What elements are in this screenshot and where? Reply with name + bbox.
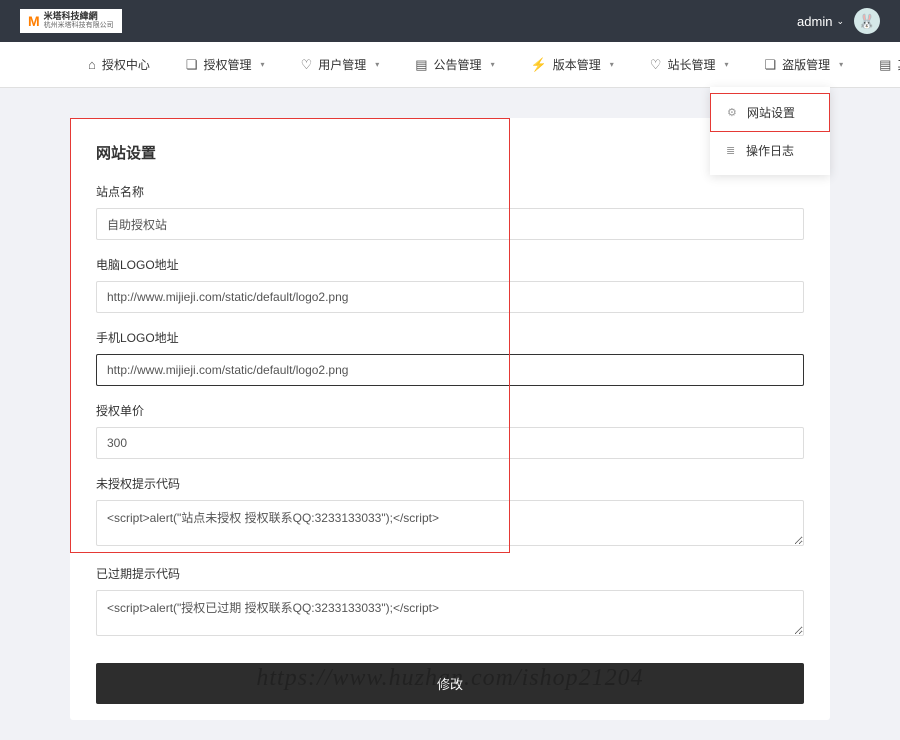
mobile-logo-input[interactable]	[96, 354, 804, 386]
nav-piracy-manage[interactable]: ❏ 盗版管理 ▾	[746, 42, 861, 87]
nav-notice-manage[interactable]: ▤ 公告管理 ▾	[397, 42, 512, 87]
nav-label: 站长管理	[667, 56, 715, 73]
dropdown-label: 网站设置	[747, 104, 795, 121]
document-icon: ▤	[415, 57, 427, 73]
layers-icon: ❏	[186, 57, 198, 73]
nav-label: 公告管理	[434, 56, 482, 73]
log-icon: ≣	[726, 144, 736, 157]
form-group-pc-logo: 电脑LOGO地址	[96, 256, 804, 313]
dropdown-menu: ⚙ 网站设置 ≣ 操作日志	[710, 87, 830, 175]
page-title: 网站设置	[96, 142, 804, 163]
chevron-down-icon: ▾	[724, 60, 728, 69]
nav-label: 版本管理	[553, 56, 601, 73]
chevron-down-icon: ▾	[375, 60, 379, 69]
dropdown-operation-log[interactable]: ≣ 操作日志	[710, 132, 830, 169]
form-group-mobile-logo: 手机LOGO地址	[96, 329, 804, 386]
chevron-down-icon: ▾	[491, 60, 495, 69]
nav-auth-center[interactable]: ⌂ 授权中心	[70, 42, 168, 87]
topbar: M 米塔科技緯網 杭州米塔科技有限公司 admin ⌄ 🐰	[0, 0, 900, 42]
price-input[interactable]	[96, 427, 804, 459]
form-group-expired: 已过期提示代码	[96, 565, 804, 639]
site-name-label: 站点名称	[96, 183, 804, 200]
expired-textarea[interactable]	[96, 590, 804, 636]
pc-logo-label: 电脑LOGO地址	[96, 256, 804, 273]
heart-icon: ♡	[650, 57, 662, 73]
avatar[interactable]: 🐰	[854, 8, 880, 34]
heart-icon: ♡	[301, 57, 313, 73]
nav-label: 盗版管理	[782, 56, 830, 73]
nav-label: 用户管理	[318, 56, 366, 73]
home-icon: ⌂	[88, 57, 96, 72]
nav-label: 授权管理	[204, 56, 252, 73]
gear-icon: ⚙	[727, 106, 737, 119]
navbar: ⌂ 授权中心 ❏ 授权管理 ▾ ♡ 用户管理 ▾ ▤ 公告管理 ▾ ⚡ 版本管理…	[0, 42, 900, 88]
form-group-site-name: 站点名称	[96, 183, 804, 240]
unauth-textarea[interactable]	[96, 500, 804, 546]
dropdown-website-settings[interactable]: ⚙ 网站设置	[710, 93, 830, 132]
expired-label: 已过期提示代码	[96, 565, 804, 582]
nav-user-manage[interactable]: ♡ 用户管理 ▾	[283, 42, 398, 87]
layers-icon: ❏	[764, 57, 776, 73]
pc-logo-input[interactable]	[96, 281, 804, 313]
mobile-logo-label: 手机LOGO地址	[96, 329, 804, 346]
username-label: admin	[797, 14, 832, 29]
settings-card: 网站设置 站点名称 电脑LOGO地址 手机LOGO地址 授权单价 未授权提示代码…	[70, 118, 830, 720]
nav-label: 授权中心	[102, 56, 150, 73]
site-name-input[interactable]	[96, 208, 804, 240]
form-group-unauth: 未授权提示代码	[96, 475, 804, 549]
form-group-price: 授权单价	[96, 402, 804, 459]
unauth-label: 未授权提示代码	[96, 475, 804, 492]
document-icon: ▤	[879, 57, 891, 73]
chevron-down-icon: ⌄	[836, 16, 844, 27]
nav-other-settings[interactable]: ▤ 其它设置 ▴	[861, 42, 900, 87]
dropdown-label: 操作日志	[746, 142, 794, 159]
user-dropdown[interactable]: admin ⌄	[797, 14, 844, 29]
user-area: admin ⌄ 🐰	[797, 8, 880, 34]
submit-button[interactable]: 修改	[96, 663, 804, 704]
chevron-down-icon: ▾	[839, 60, 843, 69]
price-label: 授权单价	[96, 402, 804, 419]
chevron-down-icon: ▾	[261, 60, 265, 69]
nav-version-manage[interactable]: ⚡ 版本管理 ▾	[513, 42, 632, 87]
content-wrap: 网站设置 站点名称 电脑LOGO地址 手机LOGO地址 授权单价 未授权提示代码…	[0, 88, 900, 740]
nav-webmaster-manage[interactable]: ♡ 站长管理 ▾	[632, 42, 747, 87]
chevron-down-icon: ▾	[610, 60, 614, 69]
nav-auth-manage[interactable]: ❏ 授权管理 ▾	[168, 42, 283, 87]
logo-icon: M	[28, 13, 40, 29]
bolt-icon: ⚡	[531, 57, 547, 73]
logo-text: 米塔科技緯網 杭州米塔科技有限公司	[44, 12, 114, 30]
logo[interactable]: M 米塔科技緯網 杭州米塔科技有限公司	[20, 9, 122, 33]
